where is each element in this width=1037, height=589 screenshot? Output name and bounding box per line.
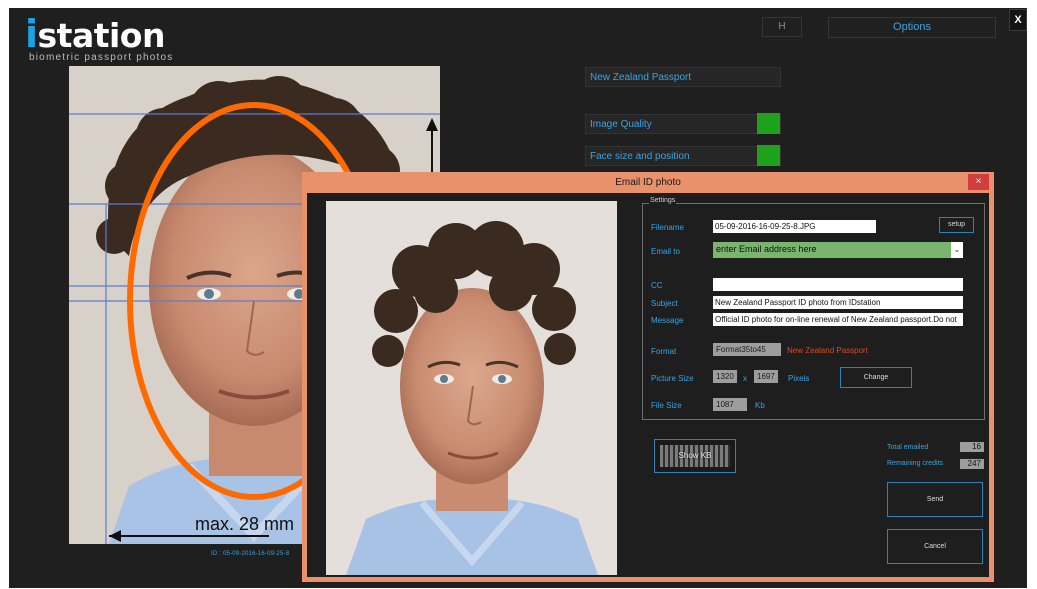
logo-i-mark: i (25, 12, 38, 56)
picture-width-value: 1320 (713, 370, 737, 383)
dialog-title: Email ID photo (615, 177, 681, 188)
message-label: Message (651, 316, 684, 325)
app-close-button[interactable]: X (1009, 9, 1027, 31)
face-size-status-indicator (757, 145, 780, 166)
total-emailed-label: Total emailed (887, 444, 929, 451)
document-type-display: New Zealand Passport (585, 67, 781, 87)
picture-height-value: 1697 (754, 370, 778, 383)
image-quality-status-indicator (757, 113, 780, 134)
help-button[interactable]: H (762, 17, 802, 37)
subject-label: Subject (651, 299, 678, 308)
email-to-select[interactable]: enter Email address here ⌄ (713, 242, 963, 258)
email-id-photo-dialog: Email ID photo × Settings Filename 05-09… (302, 172, 994, 582)
pixels-unit: Pixels (788, 374, 810, 383)
chevron-down-icon[interactable]: ⌄ (951, 242, 963, 258)
settings-legend: Settings (649, 197, 677, 204)
check-image-quality-label: Image Quality (585, 114, 781, 134)
filename-label: Filename (651, 223, 684, 232)
email-to-value: enter Email address here (716, 244, 817, 254)
file-size-label: File Size (651, 401, 682, 410)
max-size-label: max. 28 mm (195, 514, 295, 534)
format-name: New Zealand Passport (787, 346, 868, 355)
show-keyboard-button[interactable]: Show KB (654, 439, 736, 473)
check-face-size-label: Face size and position (585, 146, 781, 166)
change-size-button[interactable]: Change (840, 367, 912, 388)
portrait-photo-thumbnail (326, 201, 617, 575)
setup-button[interactable]: setup (939, 217, 974, 233)
format-value: Format35to45 (713, 343, 781, 356)
picture-size-label: Picture Size (651, 374, 694, 383)
cc-field[interactable] (713, 278, 963, 291)
photo-id-footer: ID : 05-09-2016-16-09-25-8 (211, 551, 290, 557)
logo-tagline: biometric passport photos (29, 52, 174, 63)
idstation-logo: istation biometric passport photos (25, 14, 215, 70)
total-emailed-value: 16 (960, 442, 984, 452)
show-kb-label: Show KB (678, 451, 712, 460)
email-to-label: Email to (651, 247, 680, 256)
send-button[interactable]: Send (887, 482, 983, 517)
remaining-credits-value: 247 (960, 459, 984, 469)
message-field[interactable]: Official ID photo for on-line renewal of… (713, 313, 963, 326)
settings-group: Settings Filename 05-09-2016-16-09-25-8.… (642, 197, 985, 420)
filename-field[interactable]: 05-09-2016-16-09-25-8.JPG (713, 220, 876, 233)
kb-unit: Kb (755, 401, 765, 410)
options-button[interactable]: Options (828, 17, 996, 38)
size-times-sign: x (743, 374, 747, 383)
dialog-body: Settings Filename 05-09-2016-16-09-25-8.… (307, 193, 989, 577)
format-label: Format (651, 347, 677, 356)
file-size-value: 1087 (713, 398, 747, 411)
logo-wordmark: station (37, 16, 166, 55)
subject-field[interactable]: New Zealand Passport ID photo from IDsta… (713, 296, 963, 309)
remaining-credits-label: Remaining credits (887, 460, 944, 467)
cancel-button[interactable]: Cancel (887, 529, 983, 564)
dialog-close-button[interactable]: × (968, 174, 989, 190)
email-photo-preview (326, 201, 617, 575)
cc-label: CC (651, 281, 663, 290)
